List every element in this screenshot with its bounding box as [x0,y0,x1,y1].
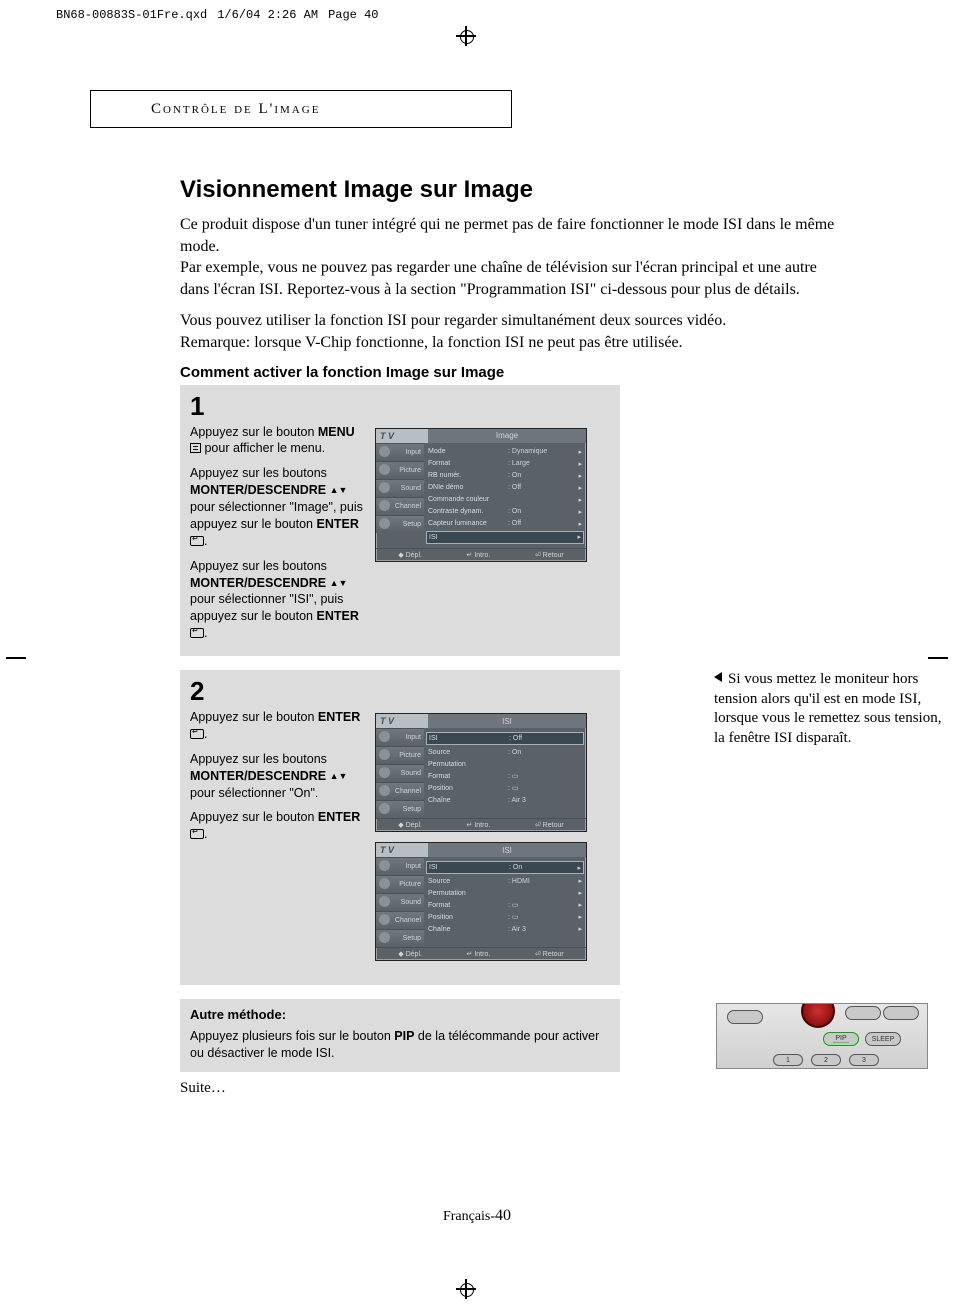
left-triangle-icon [714,672,722,682]
osd-screenshot-isi-on: T V ISI Input Picture Sound Channel Setu… [375,842,587,961]
osd-screenshot-image-menu: T V Image Input Picture Sound Channel Se… [375,428,587,562]
osd-row: Commande couleur▸ [428,494,582,506]
enter-icon [190,729,204,739]
osd-sidebar: Input Picture Sound Channel Setup [376,443,424,548]
osd-row: Capteur luminance: Off▸ [428,518,582,530]
step-2-para-2: Appuyez sur les boutons MONTER/DESCENDRE… [190,751,365,802]
page-number: Français-40 [0,1207,954,1225]
side-note: Si vous mettez le moniteur hors tension … [714,670,944,748]
step-number: 2 [190,676,610,707]
osd-tv-label: T V [376,429,428,443]
alt-method-title: Autre méthode: [190,1007,610,1022]
osd-row: Source: HDMI▸ [428,875,582,887]
section-header: Contrôle de L'image [90,90,512,128]
power-button-icon [801,1003,835,1028]
osd-row: DNIe démo: Off▸ [428,482,582,494]
alt-method-box: Autre méthode: Appuyez plusieurs fois su… [180,999,620,1072]
osd-screenshot-isi-off: T V ISI Input Picture Sound Channel Setu… [375,713,587,832]
step-number: 1 [190,391,610,422]
enter-icon [190,536,204,546]
step-1-para-2: Appuyez sur les boutons MONTER/DESCENDRE… [190,465,365,549]
menu-icon [190,443,201,453]
osd-row: Contraste dynam.: On▸ [428,506,582,518]
osd-row: ISI: Off [426,732,584,745]
osd-row: Format: ▭▸ [428,899,582,911]
step-2-box: 2 Appuyez sur le bouton ENTER . Appuyez … [180,670,620,985]
page-title: Visionnement Image sur Image [180,176,850,204]
osd-row: ISI: On▸ [426,861,584,874]
intro-paragraph-2: Vous pouvez utiliser la fonction ISI pou… [180,310,850,353]
osd-row: Source: On [428,746,582,758]
print-date: 1/6/04 2:26 AM [217,8,318,22]
registration-mark-icon [458,1281,474,1297]
subheading: Comment activer la fonction Image sur Im… [180,364,850,381]
step-1-para-3: Appuyez sur les boutons MONTER/DESCENDRE… [190,558,365,642]
intro-paragraph-1: Ce produit dispose d'un tuner intégré qu… [180,214,850,300]
osd-row: Chaîne: Air 3 [428,794,582,806]
osd-row: Position: ▭ [428,782,582,794]
continued-label: Suite… [180,1080,850,1097]
osd-row: Format: ▭ [428,770,582,782]
osd-row: Position: ▭▸ [428,911,582,923]
pip-button: PIP [823,1032,859,1046]
up-down-icon: ▲▼ [330,770,348,782]
osd-menu-title: Image [428,429,586,443]
step-2-para-3: Appuyez sur le bouton ENTER . [190,809,365,843]
sleep-button: SLEEP [865,1032,901,1046]
osd-row: Mode: Dynamique▸ [428,446,582,458]
section-header-text: Contrôle de L'image [151,101,320,118]
step-1-para-1: Appuyez sur le bouton MENU pour afficher… [190,424,365,458]
registration-mark-icon [8,650,24,666]
enter-icon [190,628,204,638]
osd-row: Format: Large▸ [428,458,582,470]
enter-icon [190,829,204,839]
osd-row: Permutation▸ [428,887,582,899]
alt-method-body: Appuyez plusieurs fois sur le bouton PIP… [190,1028,610,1062]
up-down-icon: ▲▼ [330,577,348,589]
registration-mark-icon [930,650,946,666]
step-2-para-1: Appuyez sur le bouton ENTER . [190,709,365,743]
osd-row: ISI▸ [426,531,584,544]
osd-row: RB numér.: On▸ [428,470,582,482]
osd-row: Chaîne: Air 3▸ [428,923,582,935]
print-job-header: BN68-00883S-01Fre.qxd 1/6/04 2:26 AM Pag… [56,8,378,22]
osd-row: Permutation [428,758,582,770]
registration-mark-icon [458,28,474,44]
remote-control-closeup: PIP SLEEP 1 2 3 [716,1003,928,1069]
print-file: BN68-00883S-01Fre.qxd [56,8,207,22]
up-down-icon: ▲▼ [330,484,348,496]
print-page: Page 40 [328,8,378,22]
step-1-box: 1 Appuyez sur le bouton MENU pour affich… [180,385,620,657]
